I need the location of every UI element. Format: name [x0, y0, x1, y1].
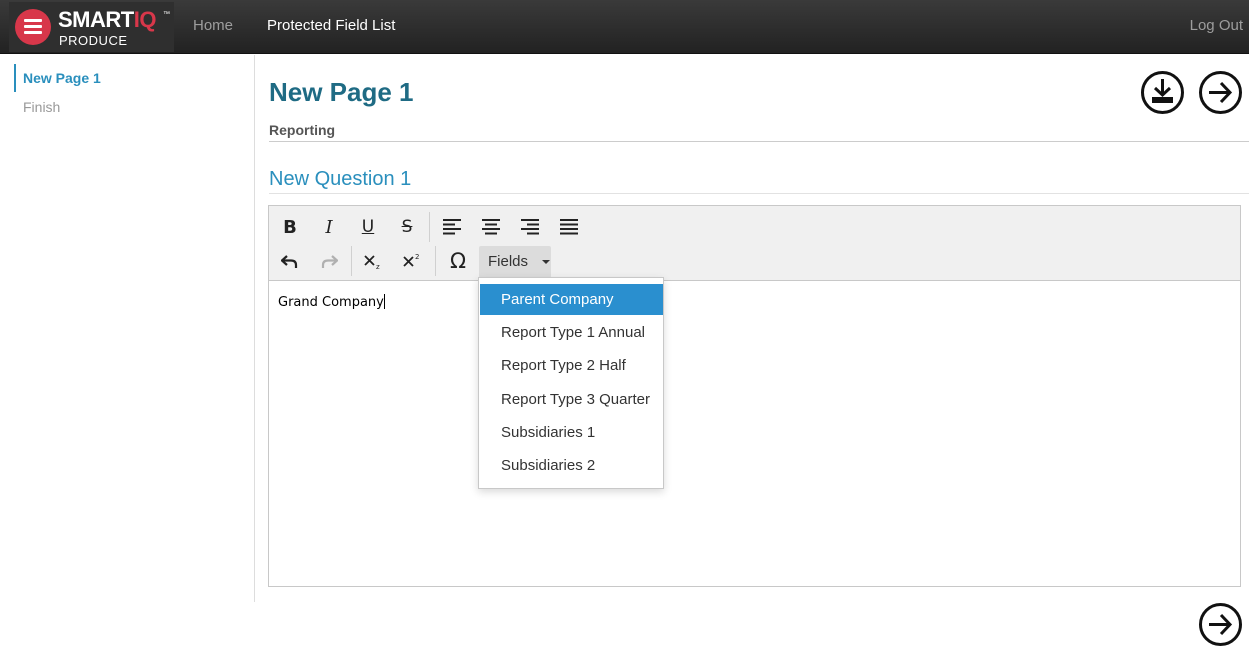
logo-text: SMARTIQ	[58, 7, 156, 33]
undo-button[interactable]	[275, 246, 305, 276]
divider	[269, 141, 1249, 142]
strikethrough-button[interactable]: S	[392, 212, 422, 242]
nav-protected-field-list-link[interactable]: Protected Field List	[267, 17, 395, 34]
nav-home-link[interactable]: Home	[193, 17, 233, 34]
dropdown-item-parent-company[interactable]: Parent Company	[480, 284, 663, 315]
arrow-right-circle-icon	[1199, 71, 1242, 114]
toolbar-separator	[429, 212, 430, 242]
italic-button[interactable]: I	[314, 212, 344, 242]
question-title: New Question 1	[269, 168, 412, 190]
align-justify-icon	[560, 219, 578, 235]
sidebar-item-finish[interactable]: Finish	[23, 99, 60, 115]
editor-toolbar: B I U S z 2 Ω Fields	[269, 206, 1240, 281]
redo-icon	[321, 255, 338, 268]
next-page-button-top[interactable]	[1198, 70, 1243, 115]
dropdown-item-subsidiaries-1[interactable]: Subsidiaries 1	[480, 417, 663, 448]
svg-text:z: z	[376, 263, 380, 270]
align-right-button[interactable]	[515, 212, 545, 242]
dropdown-item-report-type-3-quarter[interactable]: Report Type 3 Quarter	[480, 384, 663, 415]
align-justify-button[interactable]	[554, 212, 584, 242]
bold-button[interactable]: B	[275, 212, 305, 242]
superscript-icon: 2	[403, 253, 419, 267]
log-out-link[interactable]: Log Out	[1190, 17, 1243, 34]
arrow-right-circle-icon	[1199, 603, 1242, 646]
special-character-button[interactable]: Ω	[443, 246, 473, 276]
dropdown-item-subsidiaries-2[interactable]: Subsidiaries 2	[480, 450, 663, 481]
undo-icon	[281, 255, 298, 268]
underline-button[interactable]: U	[353, 212, 383, 242]
svg-text:2: 2	[415, 253, 419, 261]
download-save-icon	[1141, 71, 1184, 114]
dropdown-item-report-type-1-annual[interactable]: Report Type 1 Annual	[480, 317, 663, 348]
divider	[269, 193, 1249, 194]
toolbar-separator	[435, 246, 436, 276]
logo-smart-text: SMART	[58, 7, 134, 32]
superscript-button[interactable]: 2	[397, 246, 427, 276]
section-label: Reporting	[269, 122, 336, 138]
logo-trademark: ™	[163, 11, 170, 18]
subscript-button[interactable]: z	[358, 246, 388, 276]
redo-button[interactable]	[314, 246, 344, 276]
toolbar-separator	[351, 246, 352, 276]
editor-text-area[interactable]: Grand Company	[278, 294, 385, 310]
fields-dropdown-button[interactable]: Fields	[479, 246, 551, 278]
align-left-button[interactable]	[437, 212, 467, 242]
logo-produce-text: PRODUCE	[59, 33, 128, 48]
fields-button-label: Fields	[488, 253, 529, 270]
align-center-button[interactable]	[476, 212, 506, 242]
menu-logo-icon	[15, 9, 51, 45]
next-page-button-bottom[interactable]	[1198, 602, 1243, 647]
top-navbar: SMARTIQ ™ PRODUCE Home Protected Field L…	[0, 0, 1249, 54]
page-title: New Page 1	[269, 77, 414, 107]
subscript-icon: z	[364, 255, 380, 270]
caret-down-icon	[542, 260, 550, 264]
align-left-icon	[443, 219, 461, 235]
save-button[interactable]	[1140, 70, 1185, 115]
fields-dropdown-menu: Parent Company Report Type 1 Annual Repo…	[478, 277, 664, 489]
smartiq-logo[interactable]: SMARTIQ ™ PRODUCE	[9, 2, 174, 52]
page-sidebar: New Page 1 Finish	[0, 55, 255, 602]
editor-text: Grand Company	[278, 295, 384, 310]
text-cursor	[383, 294, 385, 309]
dropdown-item-report-type-2-half[interactable]: Report Type 2 Half	[480, 350, 663, 381]
align-center-icon	[482, 219, 500, 235]
logo-iq-text: IQ	[133, 7, 157, 32]
sidebar-item-new-page-1[interactable]: New Page 1	[14, 64, 101, 92]
rich-text-editor[interactable]: B I U S z 2 Ω Fields Grand Company	[268, 205, 1241, 587]
align-right-icon	[521, 219, 539, 235]
